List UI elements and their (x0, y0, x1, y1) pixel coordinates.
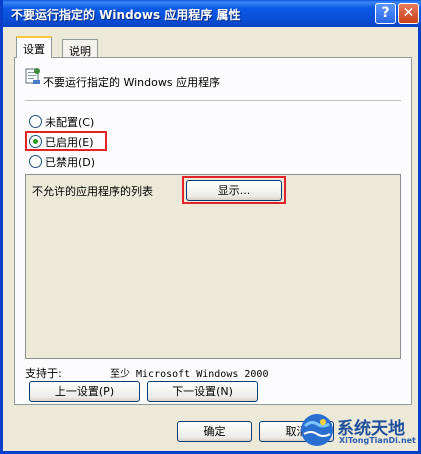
radio-circle[interactable] (29, 115, 42, 128)
globe-logo-icon (301, 414, 333, 446)
tab-settings[interactable]: 设置 (16, 36, 52, 58)
options-box: 不允许的应用程序的列表 显示... (25, 174, 401, 359)
supported-value: 至少 Microsoft Windows 2000 (110, 369, 269, 380)
watermark: 系统天地 XiTongTianDi.net (299, 410, 421, 454)
enabled-highlight-box (25, 131, 107, 151)
supported-label: 支持于: (25, 367, 62, 380)
show-highlight-box (182, 176, 286, 204)
radio-label: 已禁用(D) (45, 156, 96, 169)
help-button[interactable]: ? (375, 3, 396, 24)
policy-name: 不要运行指定的 Windows 应用程序 (43, 76, 221, 89)
radio-disabled[interactable]: 已禁用(D) (29, 154, 95, 170)
next-setting-button[interactable]: 下一设置(N) (147, 381, 258, 402)
options-label: 不允许的应用程序的列表 (32, 185, 153, 198)
settings-panel: 不要运行指定的 Windows 应用程序 未配置(C) 已启用(E) 已禁用(D… (14, 57, 412, 405)
close-button[interactable]: ✕ (398, 3, 419, 24)
window-title: 不要运行指定的 Windows 应用程序 属性 (11, 8, 241, 22)
title-bar[interactable]: 不要运行指定的 Windows 应用程序 属性 ? ✕ (3, 0, 421, 27)
tab-explain[interactable]: 说明 (62, 39, 98, 59)
properties-dialog: 不要运行指定的 Windows 应用程序 属性 ? ✕ 设置 说明 不要运行指定… (0, 0, 421, 454)
radio-circle[interactable] (29, 155, 42, 168)
watermark-subtext: XiTongTianDi.net (339, 436, 416, 445)
radio-not-configured[interactable]: 未配置(C) (29, 114, 94, 130)
separator (25, 100, 401, 101)
policy-icon (25, 68, 40, 84)
prev-setting-button[interactable]: 上一设置(P) (29, 381, 140, 402)
ok-button[interactable]: 确定 (177, 421, 252, 442)
radio-label: 未配置(C) (45, 116, 95, 129)
